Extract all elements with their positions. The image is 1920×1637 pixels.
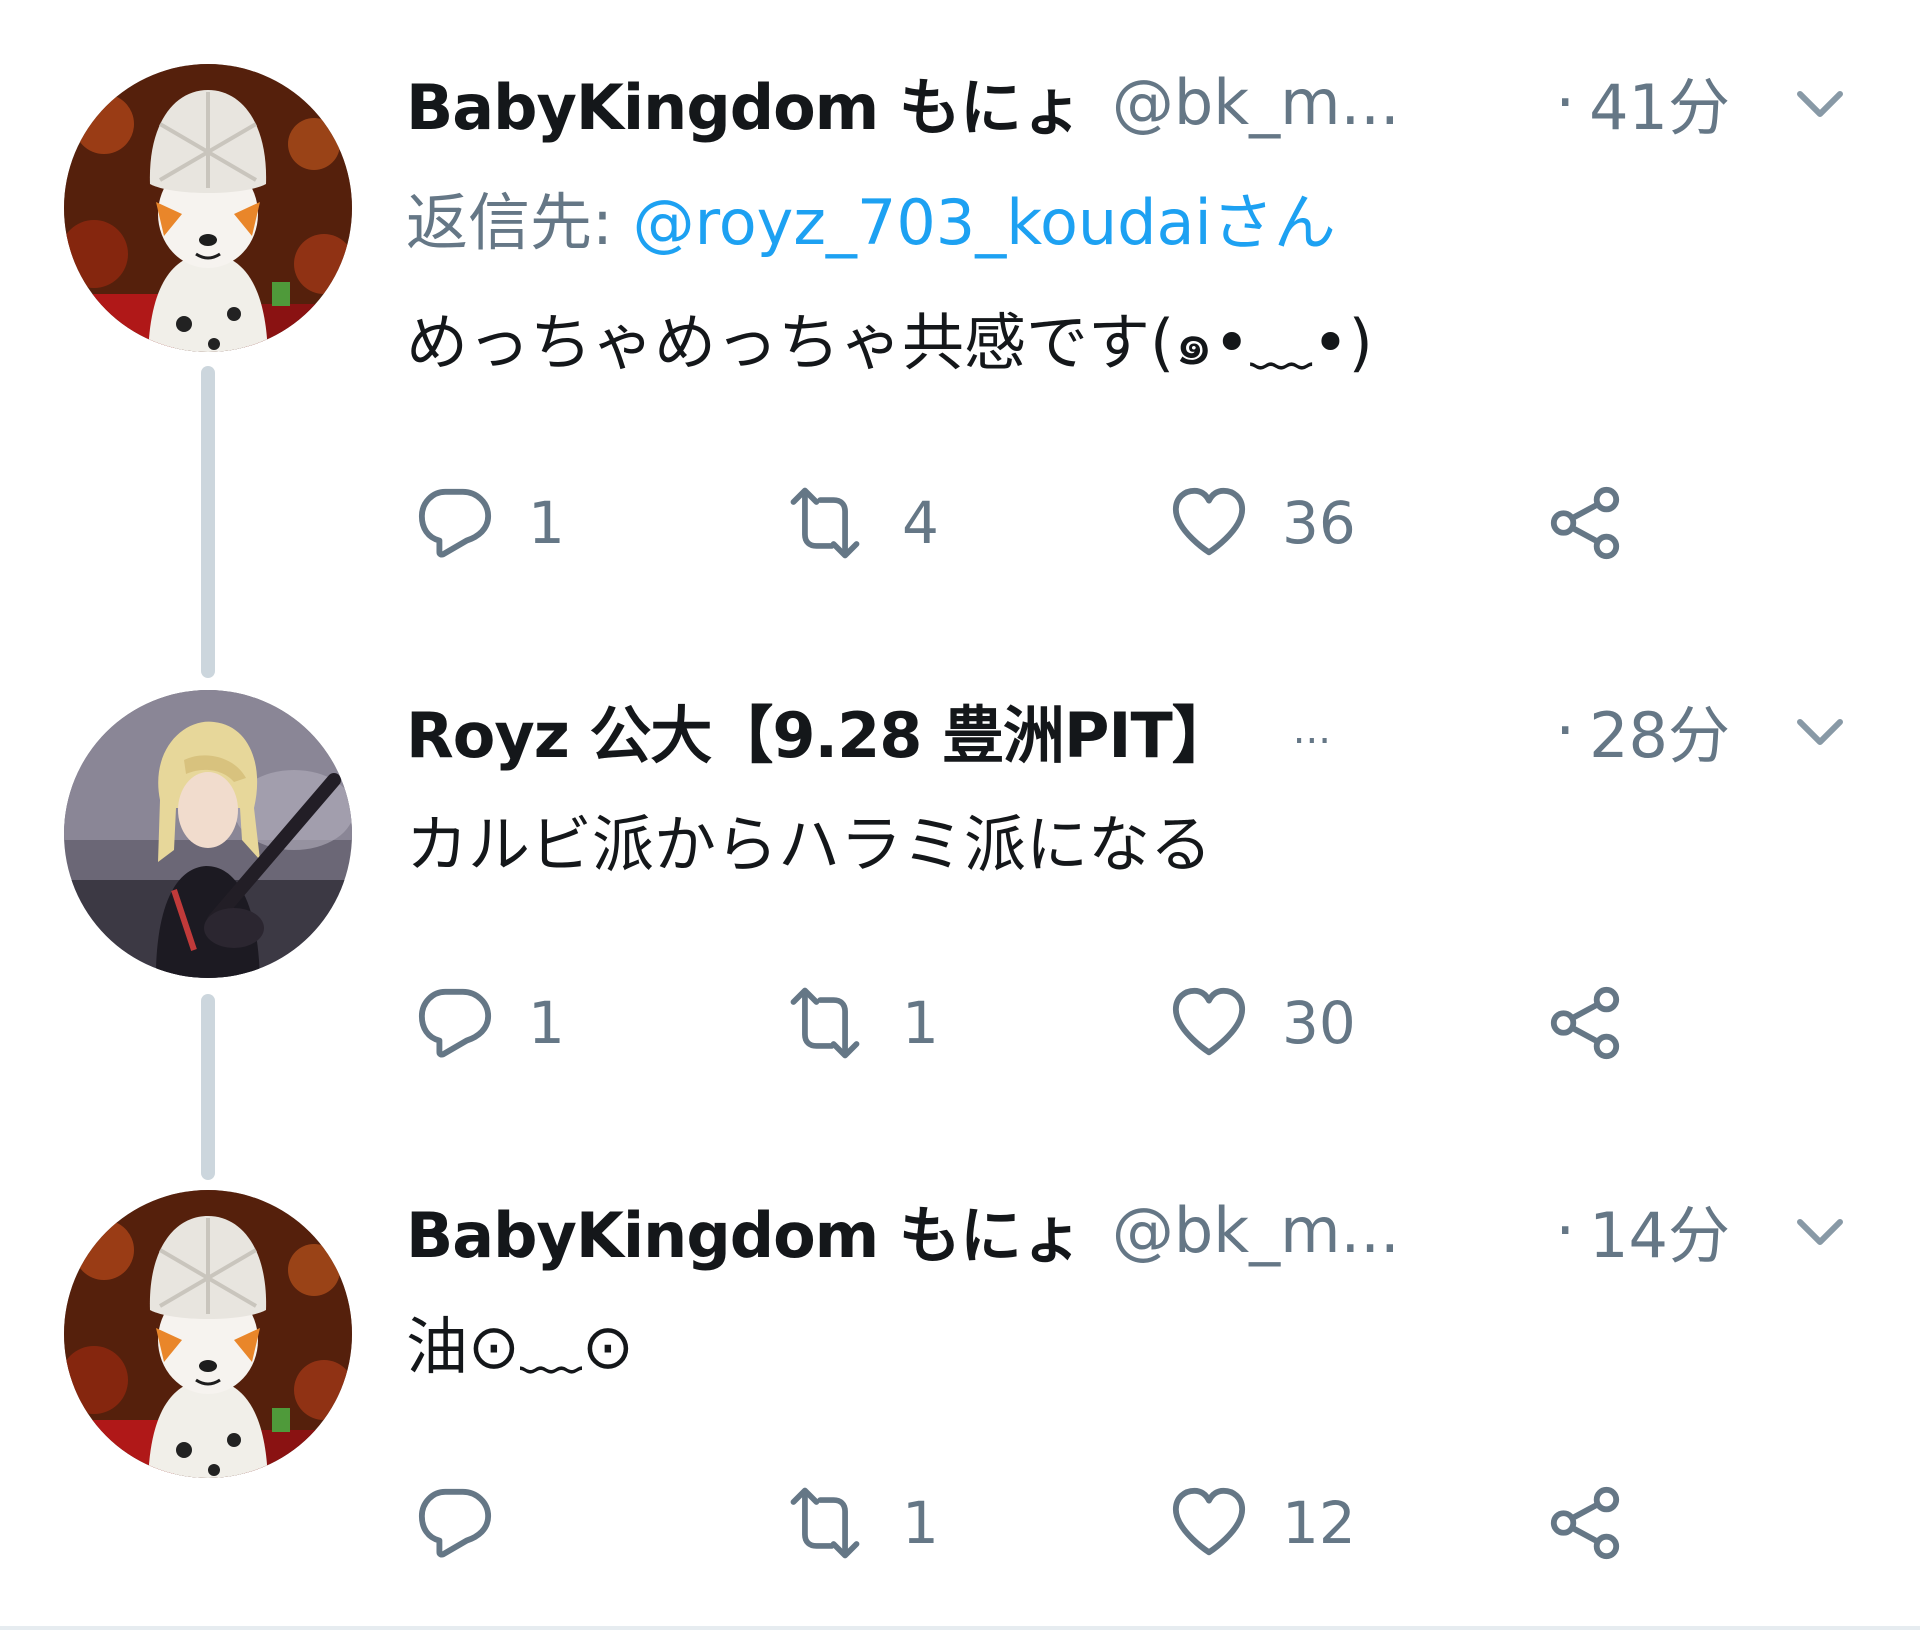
tweet-header: BabyKingdom もにょ @bk_m... [406,1190,1400,1273]
like-icon [1170,1484,1248,1562]
time-label: 14分 [1589,1199,1730,1272]
tweet[interactable]: BabyKingdom もにょ @bk_m... · 14分 油⊙﹏⊙ 1 12 [0,0,1920,1620]
bottom-divider [0,1626,1920,1630]
timestamp[interactable]: · 14分 [1555,1190,1730,1273]
tweet-text: 油⊙﹏⊙ [406,1310,634,1383]
tweet-actions: 1 12 [406,1478,1656,1568]
retweet-icon [782,1484,868,1562]
like-count: 12 [1282,1489,1356,1557]
avatar[interactable] [64,1190,352,1478]
chevron-down-icon[interactable] [1790,1202,1850,1262]
retweet-count: 1 [902,1489,939,1557]
user-handle[interactable]: @bk_m... [1112,1194,1400,1267]
reply-icon [416,1484,494,1562]
tweet-thread: BabyKingdom もにょ @bk_m... · 41分 返信先: @roy… [0,0,1920,1637]
reply-button[interactable] [416,1478,528,1568]
share-button[interactable] [1546,1478,1624,1568]
display-name[interactable]: BabyKingdom もにょ [406,1185,1083,1275]
like-button[interactable]: 12 [1170,1478,1356,1568]
retweet-button[interactable]: 1 [782,1478,939,1568]
share-icon [1546,1484,1624,1562]
separator-dot: · [1555,1193,1576,1267]
